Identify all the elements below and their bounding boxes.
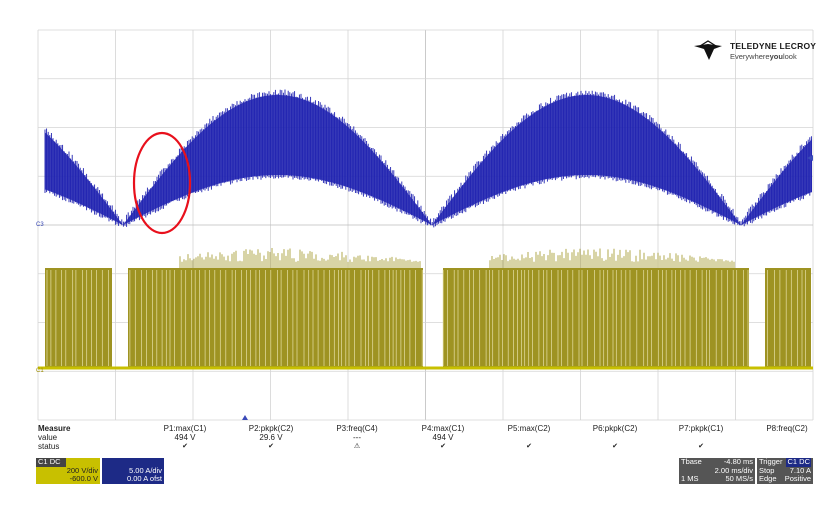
measure-param-3[interactable]: P3:freq(C4) --- ⚠ [322, 424, 392, 451]
trigger-position-marker [242, 415, 248, 420]
c1-header: C1 DC [36, 458, 66, 467]
status-check-icon: ✔ [408, 442, 478, 451]
status-check-icon: ✔ [666, 442, 736, 451]
measure-param-value [494, 433, 564, 442]
timebase-box[interactable]: Tbase -4.80 ms 2.00 ms/div 1 MS 50 MS/s [679, 458, 755, 484]
measure-param-name: P3:freq(C4) [322, 424, 392, 433]
value-row-label: value [38, 433, 57, 442]
measure-param-name: P4:max(C1) [408, 424, 478, 433]
measure-param-8[interactable]: P8:freq(C2) [752, 424, 822, 451]
measure-param-4[interactable]: P4:max(C1) 494 V ✔ [408, 424, 478, 451]
measure-param-name: P6:pkpk(C2) [580, 424, 650, 433]
status-check-icon: ✔ [150, 442, 220, 451]
brand-logo: TELEDYNE LECROY Everywhereyoulook [692, 38, 822, 68]
measure-param-6[interactable]: P6:pkpk(C2) ✔ [580, 424, 650, 451]
c1-offset: -600.0 V [36, 475, 100, 484]
measure-param-name: P5:max(C2) [494, 424, 564, 433]
status-check-icon: ✔ [580, 442, 650, 451]
c1-ground-marker: C1 [36, 368, 44, 374]
trigger-slope: Positive [785, 475, 811, 484]
channel-descriptor-bar: C1 DC 200 V/div -600.0 V 5.00 A/div 0.00… [0, 458, 837, 484]
measure-param-7[interactable]: P7:pkpk(C1) ✔ [666, 424, 736, 451]
measure-param-value: 494 V [408, 433, 478, 442]
measure-param-name: P8:freq(C2) [752, 424, 822, 433]
c3-offset: 0.00 A ofst [102, 475, 164, 484]
measure-param-2[interactable]: P2:pkpk(C2) 29.6 V ✔ [236, 424, 306, 451]
measure-param-name: P1:max(C1) [150, 424, 220, 433]
measure-param-5[interactable]: P5:max(C2) ✔ [494, 424, 564, 451]
measure-param-value: 494 V [150, 433, 220, 442]
timebase-label: Tbase [681, 458, 702, 467]
measure-param-value [666, 433, 736, 442]
c1-descriptor-box[interactable]: C1 DC 200 V/div -600.0 V [36, 458, 100, 484]
measure-param-name: P7:pkpk(C1) [666, 424, 736, 433]
measure-param-value: 29.6 V [236, 433, 306, 442]
status-row-label: status [38, 442, 59, 451]
status-check-icon: ✔ [236, 442, 306, 451]
brand-name: TELEDYNE LECROY [730, 41, 816, 51]
status-check-icon: ✔ [494, 442, 564, 451]
measure-param-1[interactable]: P1:max(C1) 494 V ✔ [150, 424, 220, 451]
measure-param-value: --- [322, 433, 392, 442]
brand-tagline: Everywhereyoulook [730, 52, 797, 61]
timebase-samples: 1 MS [681, 475, 699, 484]
c3-current-waveform [45, 90, 812, 228]
lecroy-bird-logo-icon [692, 40, 726, 62]
trigger-type: Edge [759, 475, 777, 484]
trigger-box[interactable]: Trigger C1 DC Stop 7.10 A Edge Positive [757, 458, 813, 484]
measure-param-value [752, 433, 822, 442]
status-empty [752, 442, 822, 451]
timebase-rate: 50 MS/s [725, 475, 753, 484]
measure-param-name: P2:pkpk(C2) [236, 424, 306, 433]
measure-header: Measure [38, 424, 70, 433]
oscilloscope-screen: C3 C1 TELEDYNE LECROY Everywhereyoulook … [0, 0, 837, 511]
c3-ground-marker: C3 [36, 222, 44, 228]
measure-param-value [580, 433, 650, 442]
c3-descriptor-box[interactable]: 5.00 A/div 0.00 A ofst [102, 458, 164, 484]
status-warning-icon: ⚠ [322, 442, 392, 451]
